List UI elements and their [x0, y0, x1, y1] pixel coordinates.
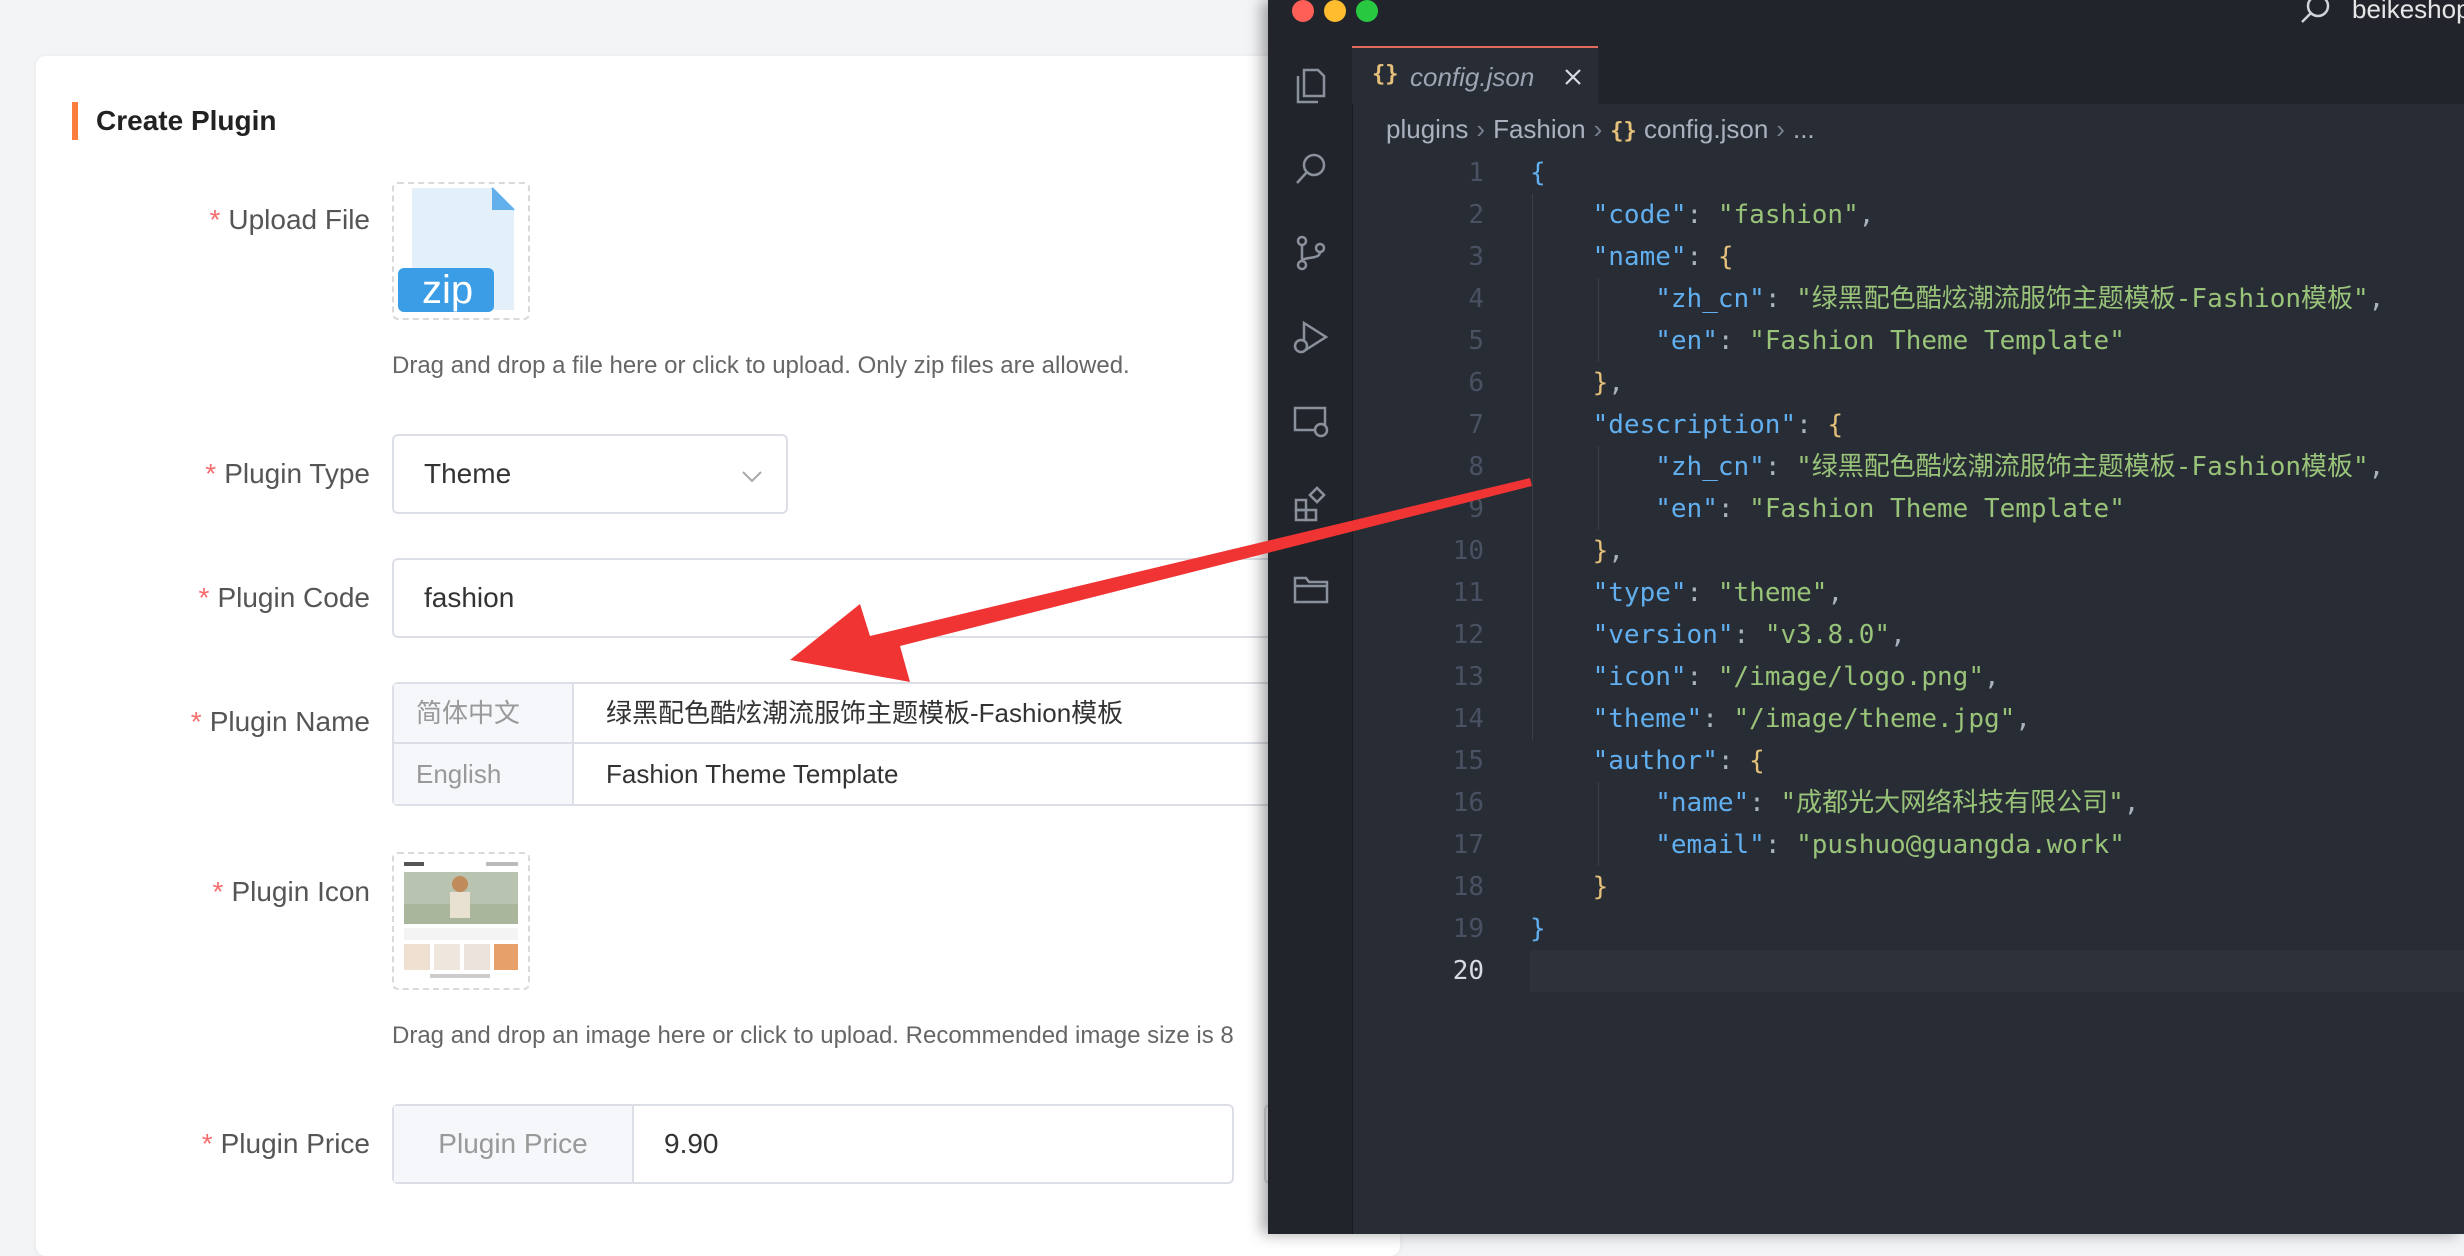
breadcrumb-item-fashion[interactable]: Fashion — [1493, 114, 1586, 144]
breadcrumb-item-more[interactable]: ... — [1793, 114, 1815, 144]
editor-titlebar: beikeshop — [1268, 0, 2464, 46]
lang-prefix-en: English — [394, 744, 574, 804]
remote-explorer-icon[interactable] — [1292, 402, 1330, 440]
code-line: 9 "en": "Fashion Theme Template" — [1468, 494, 2125, 524]
close-window-button[interactable] — [1292, 0, 1314, 22]
code-line: 20 — [1452, 956, 1484, 986]
plugin-price-value: 9.90 — [664, 1128, 719, 1159]
plugin-icon-label: * Plugin Icon — [212, 876, 370, 907]
plugin-type-value: Theme — [424, 458, 512, 489]
code-line: 17 "email": "pushuo@guangda.work" — [1452, 830, 2125, 860]
code-line: 11 "type": "theme", — [1452, 578, 1844, 608]
explorer-files-icon[interactable] — [1292, 66, 1330, 104]
plugin-name-label: * Plugin Name — [190, 706, 370, 737]
json-file-icon: {} — [1610, 119, 1637, 144]
breadcrumb-item-config[interactable]: config.json — [1644, 114, 1768, 144]
zip-upload-dropzone[interactable]: zip — [392, 182, 530, 320]
code-line: 6 }, — [1468, 368, 1624, 398]
close-icon[interactable] — [1562, 66, 1584, 88]
required-mark: * — [209, 204, 221, 235]
code-line: 14 "theme": "/image/theme.jpg", — [1452, 704, 2031, 734]
source-control-icon[interactable] — [1292, 234, 1330, 272]
plugin-type-label: * Plugin Type — [205, 458, 370, 489]
maximize-window-button[interactable] — [1356, 0, 1378, 22]
chevron-down-icon — [742, 471, 762, 483]
code-line: 16 "name": "成都光大网络科技有限公司", — [1452, 788, 2140, 818]
code-line: 13 "icon": "/image/logo.png", — [1452, 662, 2000, 692]
create-plugin-card — [36, 56, 1400, 1256]
code-line: 18 } — [1452, 872, 1609, 902]
folder-icon[interactable] — [1292, 570, 1330, 608]
theme-preview-thumbnail — [400, 858, 522, 984]
search-icon[interactable] — [2298, 0, 2332, 28]
plugin-type-select[interactable]: Theme — [392, 434, 788, 514]
plugin-code-label: * Plugin Code — [198, 582, 370, 613]
code-line: 2 "code": "fashion", — [1468, 200, 1875, 230]
json-file-icon: {} — [1372, 62, 1399, 87]
code-line: 15 "author": { — [1452, 746, 1765, 776]
upload-file-help: Drag and drop a file here or click to up… — [392, 352, 1130, 379]
price-prefix: Plugin Price — [394, 1106, 634, 1182]
code-line: 5 "en": "Fashion Theme Template" — [1468, 326, 2125, 356]
code-line: 8 "zh_cn": "绿黑配色酷炫潮流服饰主题模板-Fashion模板", — [1468, 452, 2385, 482]
plugin-price-input[interactable]: Plugin Price 9.90 — [392, 1104, 1234, 1184]
plugin-name-en-value: Fashion Theme Template — [606, 759, 899, 789]
search-icon[interactable] — [1292, 150, 1330, 188]
code-line: 1{ — [1468, 158, 1546, 188]
run-debug-icon[interactable] — [1292, 318, 1330, 356]
breadcrumb: plugins › Fashion ›{} config.json ›... — [1386, 114, 1815, 144]
tab-config-json[interactable]: {} config.json — [1352, 46, 1598, 104]
code-line: 4 "zh_cn": "绿黑配色酷炫潮流服饰主题模板-Fashion模板", — [1468, 284, 2385, 314]
code-line: 19} — [1452, 914, 1546, 944]
code-line: 12 "version": "v3.8.0", — [1452, 620, 1906, 650]
tab-label: config.json — [1410, 62, 1535, 92]
plugin-icon-dropzone[interactable] — [392, 852, 530, 990]
code-line: 7 "description": { — [1468, 410, 1844, 440]
code-editor-window: beikeshop {} config.json plugins › Fashi… — [1268, 0, 2464, 1234]
editor-tab-bar: {} config.json — [1352, 46, 2464, 104]
minimize-window-button[interactable] — [1324, 0, 1346, 22]
code-line: 3 "name": { — [1468, 242, 1734, 272]
breadcrumb-item-plugins[interactable]: plugins — [1386, 114, 1468, 144]
code-line: 10 }, — [1452, 536, 1624, 566]
extensions-icon[interactable] — [1292, 486, 1330, 524]
window-title: beikeshop — [2352, 0, 2464, 24]
lang-prefix-zh: 简体中文 — [394, 684, 574, 742]
page-title: Create Plugin — [72, 102, 276, 140]
activity-bar — [1268, 46, 1353, 1234]
plugin-name-zh-value: 绿黑配色酷炫潮流服饰主题模板-Fashion模板 — [606, 698, 1124, 728]
upload-file-label: * Upload File — [209, 204, 370, 235]
plugin-icon-help: Drag and drop an image here or click to … — [392, 1022, 1234, 1049]
zip-badge-label: zip — [422, 268, 474, 312]
plugin-price-label: * Plugin Price — [201, 1128, 370, 1159]
plugin-code-value: fashion — [424, 582, 515, 613]
code-text-area[interactable]: 1{ 2 "code": "fashion", 3 "name": { 4 "z… — [1352, 152, 2464, 1234]
